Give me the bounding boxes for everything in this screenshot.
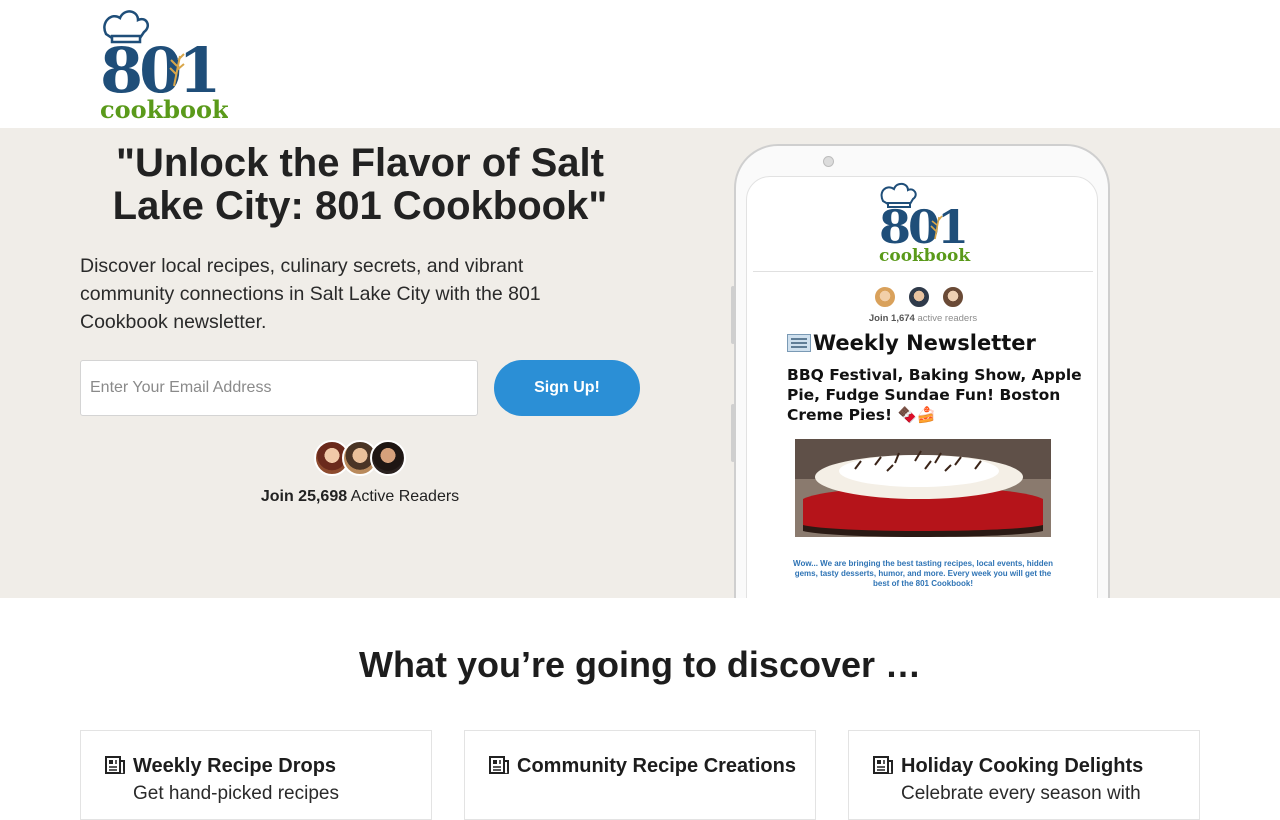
preview-logo: 801 cookbook — [879, 182, 971, 265]
feature-card-title: Weekly Recipe Drops — [133, 755, 337, 777]
readers-suffix: Active Readers — [347, 488, 460, 505]
feature-card: Holiday Cooking Delights Celebrate every… — [848, 730, 1200, 820]
cake-illustration — [795, 439, 1051, 537]
hero-section: "Unlock the Flavor of Salt Lake City: 80… — [0, 128, 1280, 598]
avatar — [370, 440, 406, 476]
preview-join-prefix: Join — [868, 313, 892, 324]
phone-side-button — [731, 404, 735, 462]
avatar — [907, 285, 931, 309]
cake-image — [795, 439, 1051, 537]
newsletter-title-text: Weekly Newsletter — [813, 331, 1036, 355]
feature-card-title: Community Recipe Creations — [517, 755, 796, 777]
avatar — [941, 285, 965, 309]
readers-count: 25,698 — [298, 488, 348, 505]
preview-join-suffix: active readers — [914, 313, 978, 324]
phone-mockup: 801 cookbook Join 1,674 active readers W… — [731, 144, 1110, 598]
hero-subtitle: Discover local recipes, culinary secrets… — [80, 255, 541, 333]
site-logo[interactable]: 801 cookbook — [98, 8, 228, 122]
newsletter-headline: BBQ Festival, Baking Show, Apple Pie, Fu… — [787, 366, 1082, 424]
feature-card-text: Celebrate every season with — [901, 783, 1141, 804]
newsletter-title: Weekly Newsletter — [787, 331, 1087, 355]
hero-title: "Unlock the Flavor of Salt Lake City: 80… — [112, 141, 608, 228]
phone-camera — [823, 156, 834, 167]
readers-prefix: Join — [260, 488, 299, 505]
feature-card-text: Get hand-picked recipes — [133, 783, 339, 804]
newspaper-icon — [787, 334, 811, 352]
preview-avatars — [873, 285, 969, 309]
preview-readers-text: Join 1,674 active readers — [747, 313, 1097, 324]
active-readers-text: Join 25,698 Active Readers — [80, 488, 640, 506]
divider — [753, 271, 1093, 272]
discover-title: What you’re going to discover … — [358, 644, 922, 685]
signup-button[interactable]: Sign Up! — [494, 360, 640, 416]
avatar — [873, 285, 897, 309]
newspaper-icon — [873, 756, 893, 774]
reader-avatars — [314, 440, 406, 478]
preview-join-count: 1,674 — [891, 313, 915, 324]
phone-side-button — [731, 286, 735, 344]
logo-word: cookbook — [100, 95, 228, 122]
newspaper-icon — [489, 756, 509, 774]
email-input[interactable] — [80, 360, 478, 416]
preview-logo-word: cookbook — [879, 246, 971, 265]
site-header: 801 cookbook — [0, 0, 1280, 128]
feature-card-title: Holiday Cooking Delights — [901, 755, 1144, 777]
feature-card: Weekly Recipe Drops Get hand-picked reci… — [80, 730, 432, 820]
newsletter-blurb: Wow... We are bringing the best tasting … — [793, 559, 1053, 588]
newsletter-preview: 801 cookbook Join 1,674 active readers W… — [746, 176, 1098, 598]
newspaper-icon — [105, 756, 125, 774]
feature-card: Community Recipe Creations — [464, 730, 816, 820]
